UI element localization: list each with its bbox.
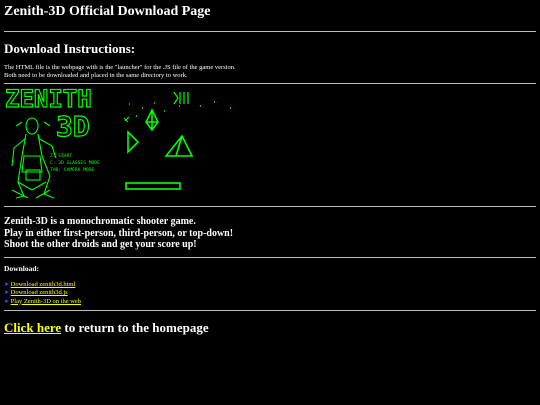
enemy-triangle xyxy=(127,130,140,154)
homepage-link[interactable]: Click here xyxy=(4,320,61,335)
instructions-line-2: Both need to be downloaded and placed in… xyxy=(4,71,188,79)
download-item: ➤ Download zenith3d.js xyxy=(4,289,536,298)
download-item: ➤ Play Zenith-3D on the web xyxy=(4,298,536,307)
divider xyxy=(4,310,536,311)
return-home: Click here to return to the homepage xyxy=(4,321,536,335)
instructions-heading: Download Instructions: xyxy=(4,41,136,56)
game-screenshot: ZENITH 3D Z: START C: 3D GLASSES MODE TA… xyxy=(4,86,231,199)
return-text: to return to the homepage xyxy=(61,320,209,335)
game-banner-image: ZENITH 3D Z: START C: 3D GLASSES MODE TA… xyxy=(4,86,536,206)
description-line-2: Play in either first-person, third-perso… xyxy=(4,227,234,239)
play-web-link[interactable]: Play Zenith-3D on the web xyxy=(11,298,81,305)
divider xyxy=(4,256,536,258)
logo-3d: 3D xyxy=(56,110,90,143)
description-line-1: Zenith-3D is a monochromatic shooter gam… xyxy=(4,216,196,227)
divider xyxy=(4,31,536,32)
enemy-small xyxy=(123,116,130,123)
arrow-icon: ➤ xyxy=(4,281,10,288)
page: Zenith-3D Official Download Page Downloa… xyxy=(0,0,540,335)
download-html-link[interactable]: Download zenith3d.html xyxy=(11,281,76,288)
download-list: ➤ Download zenith3d.html ➤ Download zeni… xyxy=(4,281,536,307)
game-description: Zenith-3D is a monochromatic shooter gam… xyxy=(4,216,536,251)
instructions-text: The HTML file is the webpage with is the… xyxy=(4,64,536,79)
instructions-line-1: The HTML file is the webpage with is the… xyxy=(4,64,236,71)
description-line-3: Shoot the other droids and get your scor… xyxy=(4,239,197,250)
menu-start: Z: START xyxy=(50,153,72,159)
enemy-diamond xyxy=(145,108,159,132)
game-menu: Z: START C: 3D GLASSES MODE TAB: CAMERA … xyxy=(50,153,100,173)
arrow-icon: ➤ xyxy=(4,290,10,296)
download-heading: Download: xyxy=(4,263,40,273)
page-title: Zenith-3D Official Download Page xyxy=(4,4,211,19)
download-item: ➤ Download zenith3d.html xyxy=(4,281,536,290)
ground-bar xyxy=(125,182,181,190)
logo-zenith: ZENITH xyxy=(5,86,92,113)
menu-glasses: C: 3D GLASSES MODE xyxy=(50,160,100,166)
starfield xyxy=(129,101,231,117)
download-js-link[interactable]: Download zenith3d.js xyxy=(11,289,68,296)
arrow-icon: ➤ xyxy=(4,298,10,305)
enemy-pyramid xyxy=(164,134,194,157)
menu-camera: TAB: CAMERA MODE xyxy=(50,167,94,173)
hud-icon xyxy=(173,91,189,105)
divider xyxy=(4,206,536,207)
divider xyxy=(4,83,536,84)
